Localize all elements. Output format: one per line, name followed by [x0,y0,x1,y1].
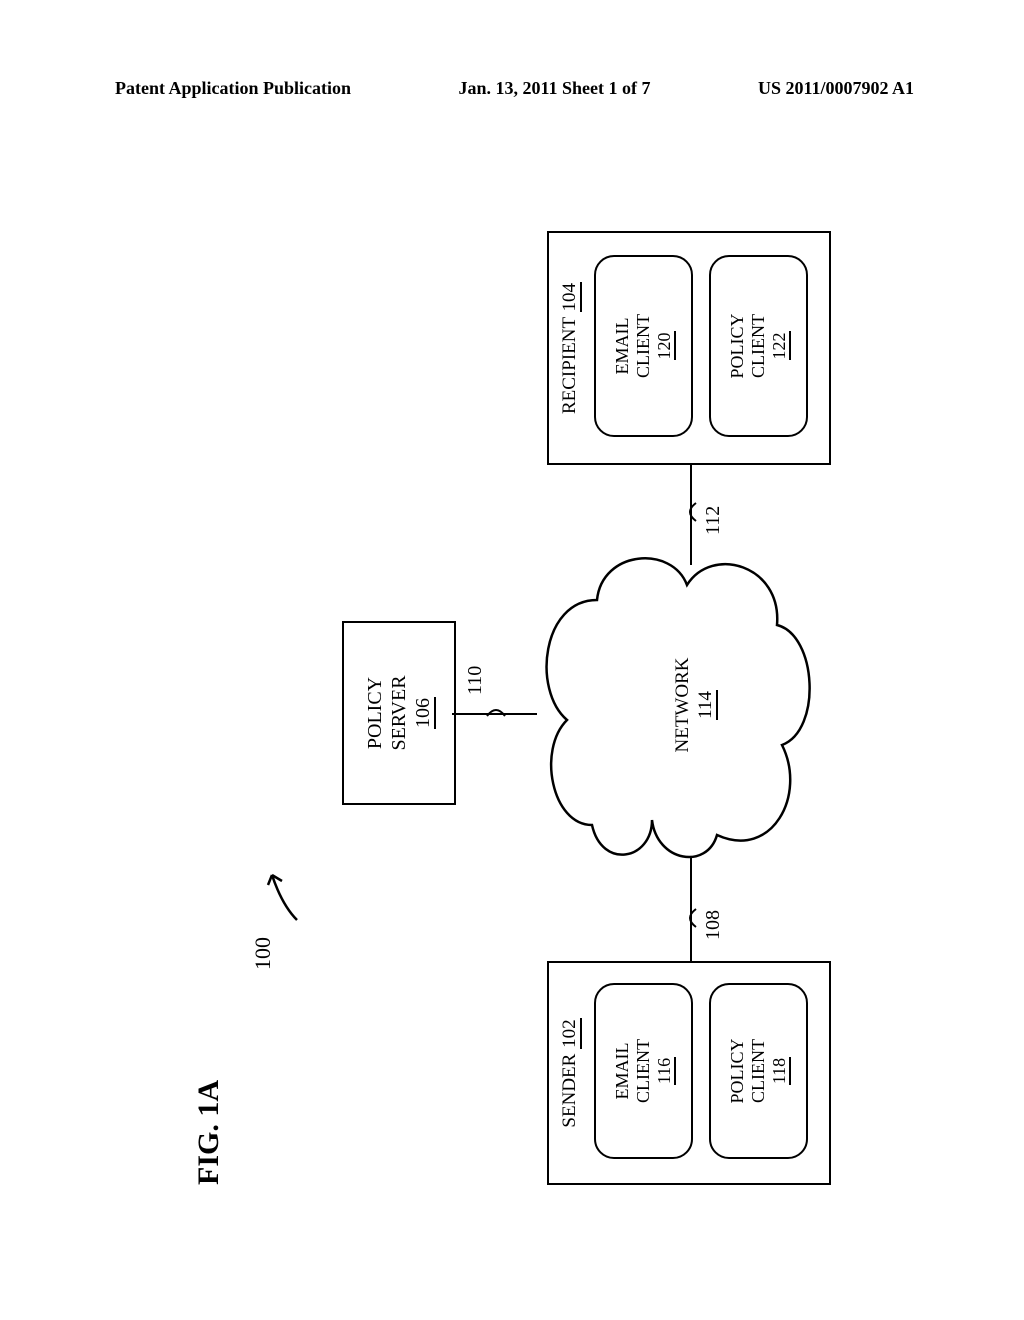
policy-server-line2: SERVER [387,675,411,750]
header-center: Jan. 13, 2011 Sheet 1 of 7 [458,78,650,99]
figure-label: FIG. 1A [192,1080,226,1185]
recipient-policy-ref: 122 [769,332,791,361]
recipient-title-text: RECIPIENT [559,317,580,414]
sender-title: SENDER 102 [559,963,581,1183]
recipient-policy-client: POLICY CLIENT 122 [709,255,808,437]
policy-server-ref: 106 [412,697,436,729]
recipient-email-ref: 120 [654,332,676,361]
recipient-policy-line1: POLICY [727,314,748,379]
sender-policy-ref: 118 [769,1057,791,1085]
sender-policy-line2: CLIENT [748,1039,769,1103]
connector-ref-112: 112 [702,506,725,535]
sender-policy-line1: POLICY [727,1039,748,1104]
system-arrow-icon [262,855,302,925]
page-header: Patent Application Publication Jan. 13, … [0,78,1024,99]
policy-server-line1: POLICY [363,677,387,749]
sender-email-line1: EMAIL [612,1043,633,1100]
recipient-title: RECIPIENT 104 [559,233,581,463]
recipient-box: RECIPIENT 104 EMAIL CLIENT 120 POLICY CL… [547,231,831,465]
sender-policy-client: POLICY CLIENT 118 [709,983,808,1159]
sender-email-ref: 116 [654,1057,676,1085]
recipient-email-client: EMAIL CLIENT 120 [594,255,693,437]
header-left: Patent Application Publication [115,78,351,99]
recipient-email-line2: CLIENT [633,314,654,378]
connector-ref-108: 108 [702,910,725,940]
connector-tick-110 [485,702,507,718]
connector-tick-108 [682,907,698,929]
recipient-ref: 104 [559,282,582,313]
page: Patent Application Publication Jan. 13, … [0,0,1024,1320]
network-ref: 114 [695,690,718,720]
connector-tick-112 [682,501,698,523]
recipient-policy-line2: CLIENT [748,314,769,378]
sender-email-line2: CLIENT [633,1039,654,1103]
figure-canvas: FIG. 1A 100 POLICY SERVER 106 110 108 [152,195,872,1225]
header-right: US 2011/0007902 A1 [758,78,914,99]
recipient-email-line1: EMAIL [612,318,633,375]
network-label: NETWORK 114 [672,640,718,770]
connector-ref-110: 110 [464,666,487,695]
policy-server-box: POLICY SERVER 106 [342,621,456,805]
sender-box: SENDER 102 EMAIL CLIENT 116 POLICY CLIEN… [547,961,831,1185]
sender-email-client: EMAIL CLIENT 116 [594,983,693,1159]
sender-ref: 102 [559,1018,582,1049]
network-label-text: NETWORK [672,640,695,770]
system-reference-number: 100 [250,937,276,970]
sender-title-text: SENDER [559,1054,580,1128]
